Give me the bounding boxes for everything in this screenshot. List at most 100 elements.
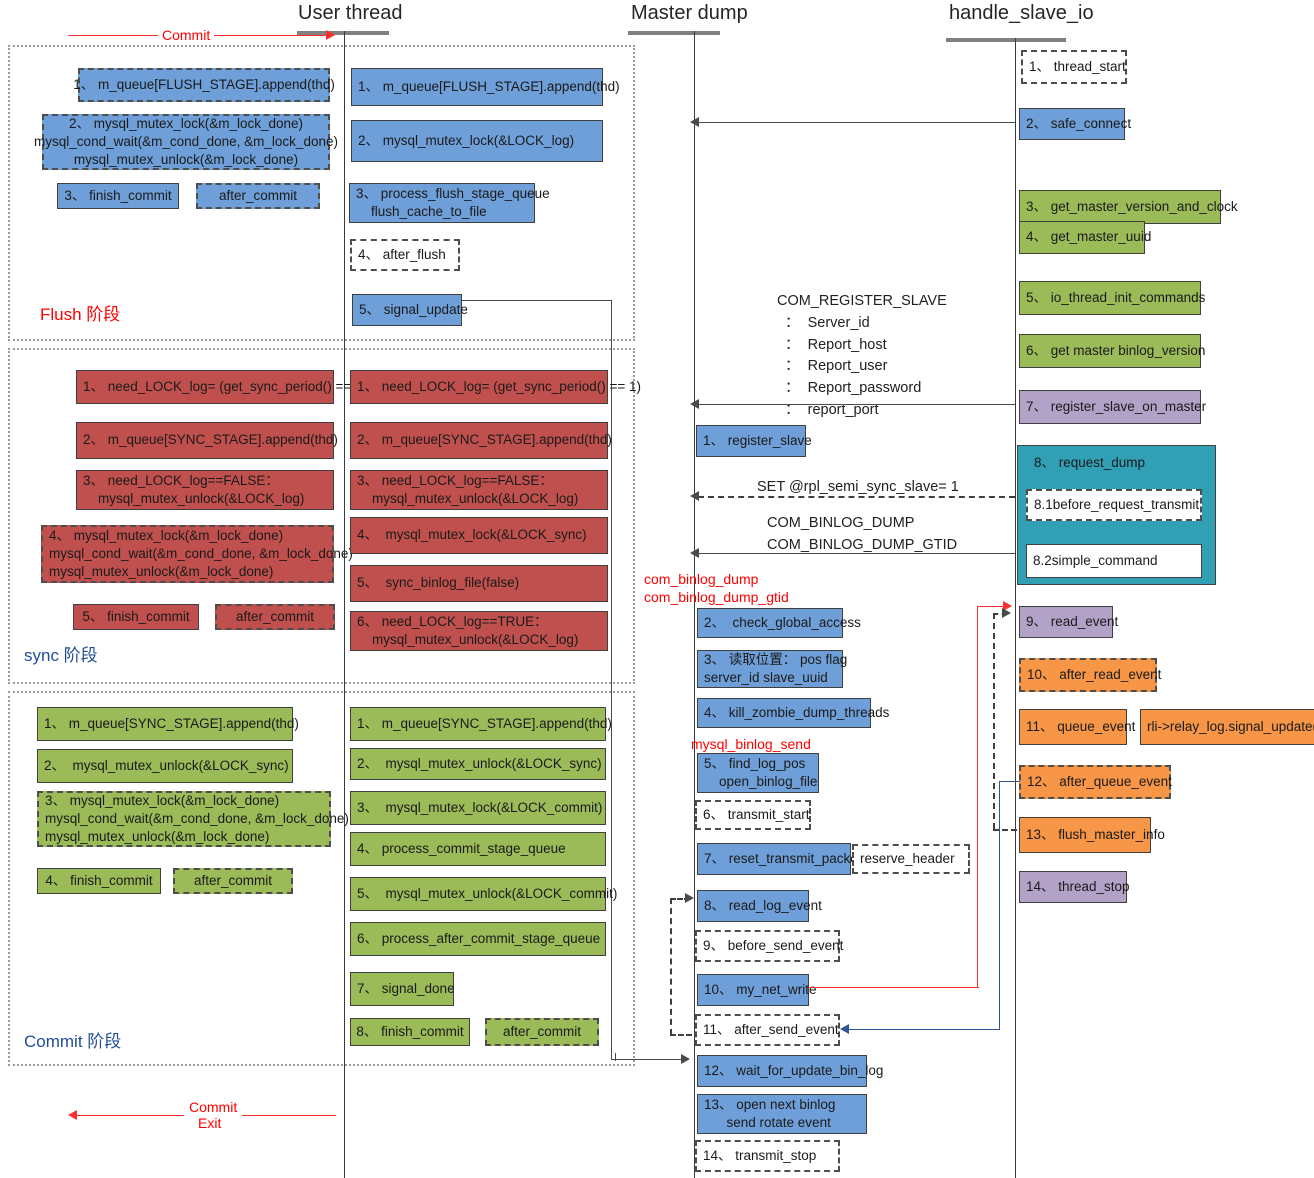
commit-right-box-7[interactable]: 7、 signal_done	[350, 972, 455, 1006]
commit-exit-arrowhead	[68, 1110, 77, 1120]
slave-io-box-8-1[interactable]: 8.1before_request_transmit	[1026, 489, 1202, 521]
lifeline-handle-slave-io	[1015, 38, 1016, 1178]
flush-left-box-after-commit[interactable]: after_commit	[196, 183, 320, 209]
flush-left-box-2[interactable]: 2、 mysql_mutex_lock(&m_lock_done) mysql_…	[34, 114, 338, 170]
commit-right-box-6[interactable]: 6、 process_after_commit_stage_queue	[350, 922, 606, 956]
stage-label-commit: Commit 阶段	[24, 1032, 122, 1051]
msg-binlog-dump-line	[694, 553, 1015, 555]
sync-right-box-1[interactable]: 1、 need_LOCK_log= (get_sync_period() == …	[350, 370, 641, 404]
note-com-binlog-dump: COM_BINLOG_DUMP COM_BINLOG_DUMP_GTID	[767, 515, 958, 553]
sync-left-box-after-commit[interactable]: after_commit	[215, 604, 335, 630]
slave-io-box-9[interactable]: 9、 read_event	[1019, 606, 1118, 638]
flush-right-box-4[interactable]: 4、 after_flush	[350, 239, 460, 271]
master-dump-box-4[interactable]: 4、 kill_zombie_dump_threads	[697, 698, 889, 728]
send-loop-v	[670, 898, 672, 1035]
signal-update-connector-h	[462, 300, 612, 302]
sync-right-box-3[interactable]: 3、 need_LOCK_log==FALSE： mysql_mutex_unl…	[350, 470, 608, 510]
commit-right-box-1[interactable]: 1、 m_queue[SYNC_STAGE].append(thd)	[350, 707, 612, 741]
msg-semi-sync-arrowhead	[690, 491, 699, 501]
sequence-diagram-canvas: User thread Master dump handle_slave_io …	[0, 0, 1314, 1178]
slave-io-box-12[interactable]: 12、 after_queue_event	[1019, 765, 1172, 799]
master-dump-box-12[interactable]: 12、 wait_for_update_bin_log	[697, 1055, 883, 1087]
flush-right-box-2[interactable]: 2、 mysql_mutex_lock(&LOCK_log)	[351, 120, 603, 162]
master-dump-box-14[interactable]: 14、 transmit_stop	[695, 1140, 840, 1172]
commit-exit-label-2: Exit	[193, 1114, 227, 1133]
commit-left-box-3[interactable]: 3、 mysql_mutex_lock(&m_lock_done) mysql_…	[37, 791, 349, 847]
sync-right-box-5[interactable]: 5、 sync_binlog_file(false)	[350, 565, 608, 602]
sync-left-box-1[interactable]: 1、 need_LOCK_log= (get_sync_period() == …	[76, 370, 367, 404]
commit-left-box-2[interactable]: 2、 mysql_mutex_unlock(&LOCK_sync)	[37, 749, 293, 783]
slave-io-box-14[interactable]: 14、 thread_stop	[1019, 871, 1130, 903]
sync-left-box-4[interactable]: 4、 mysql_mutex_lock(&m_lock_done) mysql_…	[41, 525, 353, 583]
master-dump-box-7[interactable]: 7、 reset_transmit_packet	[697, 843, 862, 875]
flush-left-box-1[interactable]: 1、 m_queue[FLUSH_STAGE].append(thd)	[73, 68, 335, 102]
master-dump-box-2[interactable]: 2、 check_global_access	[697, 608, 861, 638]
master-dump-box-6[interactable]: 6、 transmit_start	[695, 800, 811, 830]
flush-left-box-3[interactable]: 3、 finish_commit	[57, 183, 179, 209]
msg-connect-line	[694, 122, 1015, 124]
stage-label-sync: sync 阶段	[24, 646, 98, 665]
commit-right-box-3[interactable]: 3、 mysql_mutex_lock(&LOCK_commit)	[350, 791, 606, 825]
slave-loop-arrowhead	[1002, 608, 1011, 618]
slave-io-box-3[interactable]: 3、 get_master_version_and_clock	[1019, 190, 1238, 224]
commit-wrap-connector	[615, 1053, 617, 1061]
sync-left-box-2[interactable]: 2、 m_queue[SYNC_STAGE].append(thd)	[76, 422, 338, 459]
slave-io-box-1[interactable]: 1、 thread_start	[1021, 50, 1127, 84]
annotation-com-binlog-dump: com_binlog_dump com_binlog_dump_gtid	[644, 571, 789, 606]
slave-io-box-13[interactable]: 13、 flush_master_info	[1019, 817, 1165, 853]
master-dump-box-5[interactable]: 5、 find_log_pos open_binlog_file	[697, 753, 819, 793]
flush-right-box-3[interactable]: 3、 process_flush_stage_queue flush_cache…	[349, 183, 550, 223]
sync-right-box-4[interactable]: 4、 mysql_mutex_lock(&LOCK_sync)	[350, 517, 608, 554]
column-header-master-dump: Master dump	[631, 2, 748, 24]
signal-update-connector-v	[611, 300, 613, 1060]
master-dump-box-reserve-header[interactable]: reserve_header	[852, 844, 970, 874]
slave-io-box-2[interactable]: 2、 safe_connect	[1019, 108, 1131, 140]
slave-loop-v	[993, 613, 995, 829]
flush-right-box-5[interactable]: 5、 signal_update	[352, 294, 468, 326]
column-header-user-thread: User thread	[298, 2, 403, 24]
commit-right-box-4[interactable]: 4、 process_commit_stage_queue	[350, 832, 606, 866]
slave-io-box-11[interactable]: 11、 queue_event	[1019, 709, 1135, 745]
sync-left-box-3[interactable]: 3、 need_LOCK_log==FALSE： mysql_mutex_unl…	[76, 470, 334, 510]
queue-event-to-send-event-h	[1000, 781, 1020, 783]
signal-update-arrowhead	[681, 1054, 690, 1064]
msg-register-slave-line	[694, 404, 1015, 406]
slave-io-box-7[interactable]: 7、 register_slave_on_master	[1019, 390, 1206, 424]
msg-semi-sync-line	[698, 496, 1015, 498]
slave-io-box-10[interactable]: 10、 after_read_event	[1019, 658, 1161, 692]
sync-left-box-5[interactable]: 5、 finish_commit	[73, 604, 199, 630]
msg-register-slave-arrowhead	[690, 399, 699, 409]
master-dump-box-10[interactable]: 10、 my_net_write	[697, 974, 817, 1006]
master-dump-box-11[interactable]: 11、 after_send_event	[695, 1014, 840, 1046]
master-dump-box-13[interactable]: 13、 open next binlog send rotate event	[697, 1094, 867, 1134]
slave-io-box-6[interactable]: 6、 get master binlog_version	[1019, 334, 1205, 368]
commit-right-box-8[interactable]: 8、 finish_commit	[350, 1018, 470, 1046]
master-dump-box-3[interactable]: 3、 读取位置： pos flag server_id slave_uuid	[697, 650, 847, 688]
header-underline-master-dump	[628, 31, 720, 35]
commit-right-box-2[interactable]: 2、 mysql_mutex_unlock(&LOCK_sync)	[350, 748, 606, 780]
commit-right-box-5[interactable]: 5、 mysql_mutex_unlock(&LOCK_commit)	[350, 877, 617, 911]
commit-left-box-1[interactable]: 1、 m_queue[SYNC_STAGE].append(thd)	[37, 707, 299, 741]
annotation-mysql-binlog-send: mysql_binlog_send	[691, 736, 811, 752]
queue-event-to-send-event-arrowhead	[840, 1024, 849, 1034]
msg-binlog-dump-arrowhead	[690, 548, 699, 558]
slave-loop-bottom-h	[993, 829, 1017, 831]
queue-event-to-send-event-h2	[848, 1029, 1000, 1031]
commit-right-box-after-commit[interactable]: after_commit	[485, 1018, 599, 1046]
flush-right-box-1[interactable]: 1、 m_queue[FLUSH_STAGE].append(thd)	[351, 68, 620, 106]
slave-io-box-5[interactable]: 5、 io_thread_init_commands	[1019, 281, 1205, 315]
commit-left-box-4[interactable]: 4、 finish_commit	[37, 868, 161, 894]
master-dump-box-1[interactable]: 1、 register_slave	[696, 425, 812, 457]
master-dump-box-8[interactable]: 8、 read_log_event	[697, 890, 822, 922]
net-write-to-read-event-h	[808, 987, 979, 989]
stage-label-flush: Flush 阶段	[40, 305, 121, 324]
sync-right-box-6[interactable]: 6、 need_LOCK_log==TRUE： mysql_mutex_unlo…	[350, 611, 608, 651]
column-header-handle-slave-io: handle_slave_io	[949, 2, 1094, 24]
slave-io-box-signal-update[interactable]: rli->relay_log.signal_update()	[1140, 709, 1314, 745]
commit-left-box-after-commit[interactable]: after_commit	[173, 868, 293, 894]
master-dump-box-9[interactable]: 9、 before_send_event	[695, 930, 843, 962]
slave-io-box-8-2[interactable]: 8.2simple_command	[1026, 544, 1202, 578]
slave-io-box-4[interactable]: 4、 get_master_uuid	[1019, 221, 1151, 254]
sync-right-box-2[interactable]: 2、 m_queue[SYNC_STAGE].append(thd)	[350, 422, 612, 459]
msg-connect-arrowhead	[690, 117, 699, 127]
